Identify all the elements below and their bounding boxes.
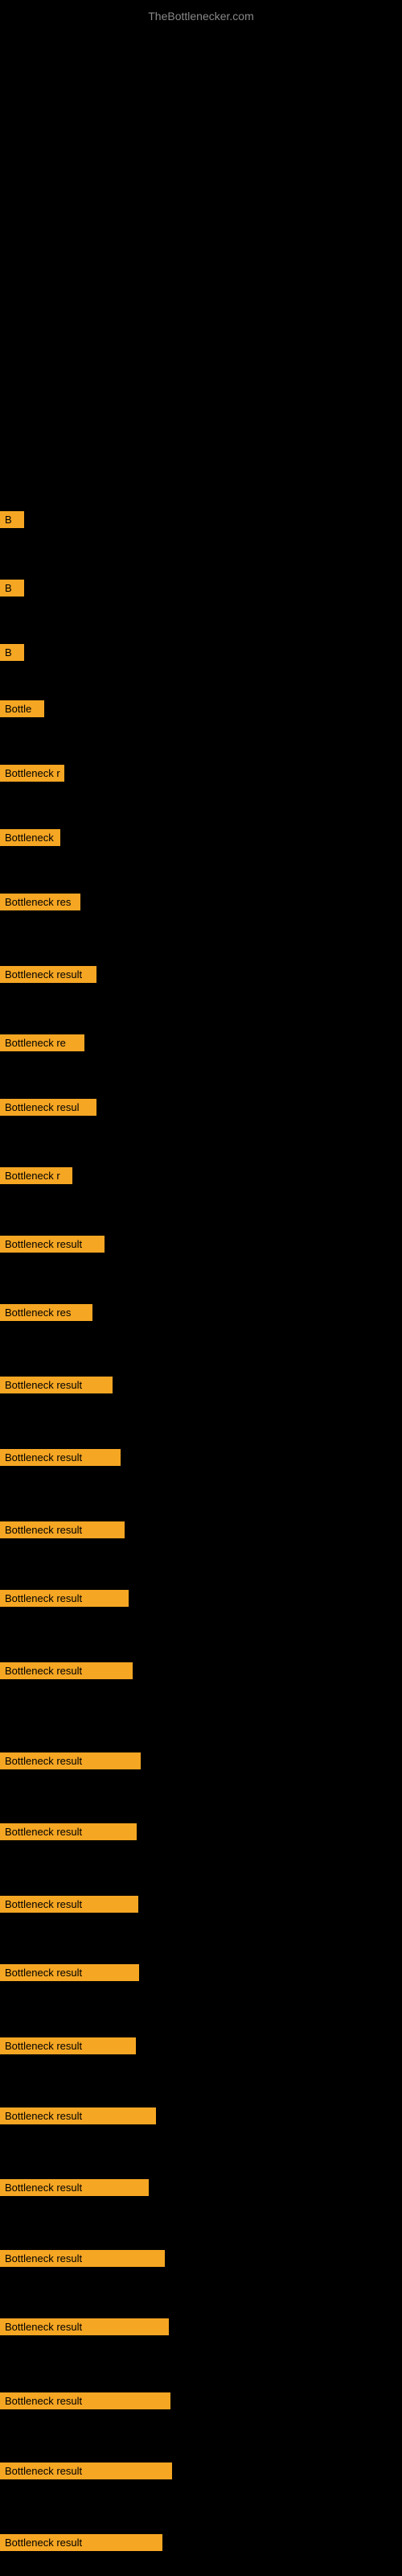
bottleneck-result-bar: Bottleneck result [0,1752,141,1769]
bottleneck-result-bar: Bottleneck res [0,1304,92,1321]
bottleneck-result-bar: Bottleneck result [0,1823,137,1840]
bottleneck-result-bar: Bottleneck result [0,2037,136,2054]
bottleneck-result-bar: Bottleneck result [0,1590,129,1607]
bottleneck-result-bar: Bottleneck result [0,2107,156,2124]
bottleneck-result-bar: Bottleneck r [0,1167,72,1184]
bottleneck-result-bar: Bottleneck result [0,1896,138,1913]
bottleneck-result-bar: Bottleneck result [0,1236,105,1253]
bottleneck-result-bar: Bottleneck result [0,1449,121,1466]
bottleneck-result-bar: B [0,644,24,661]
bottleneck-result-bar: Bottle [0,700,44,717]
bottleneck-result-bar: B [0,580,24,597]
bottleneck-result-bar: Bottleneck re [0,1034,84,1051]
bottleneck-result-bar: Bottleneck r [0,765,64,782]
bottleneck-result-bar: Bottleneck result [0,1964,139,1981]
bottleneck-result-bar: Bottleneck result [0,1662,133,1679]
bottleneck-result-bar: Bottleneck result [0,966,96,983]
bottleneck-result-bar: Bottleneck result [0,2179,149,2196]
bottleneck-result-bar: Bottleneck result [0,2392,170,2409]
bottleneck-result-bar: Bottleneck result [0,2462,172,2479]
bottleneck-result-bar: Bottleneck res [0,894,80,910]
bottleneck-result-bar: Bottleneck result [0,2534,162,2551]
bottleneck-result-bar: Bottleneck [0,829,60,846]
bottleneck-result-bar: Bottleneck result [0,1521,125,1538]
bottleneck-result-bar: Bottleneck result [0,1377,113,1393]
bottleneck-result-bar: B [0,511,24,528]
bottleneck-result-bar: Bottleneck result [0,2250,165,2267]
bottleneck-result-bar: Bottleneck resul [0,1099,96,1116]
bottleneck-result-bar: Bottleneck result [0,2318,169,2335]
site-title: TheBottlenecker.com [0,3,402,29]
